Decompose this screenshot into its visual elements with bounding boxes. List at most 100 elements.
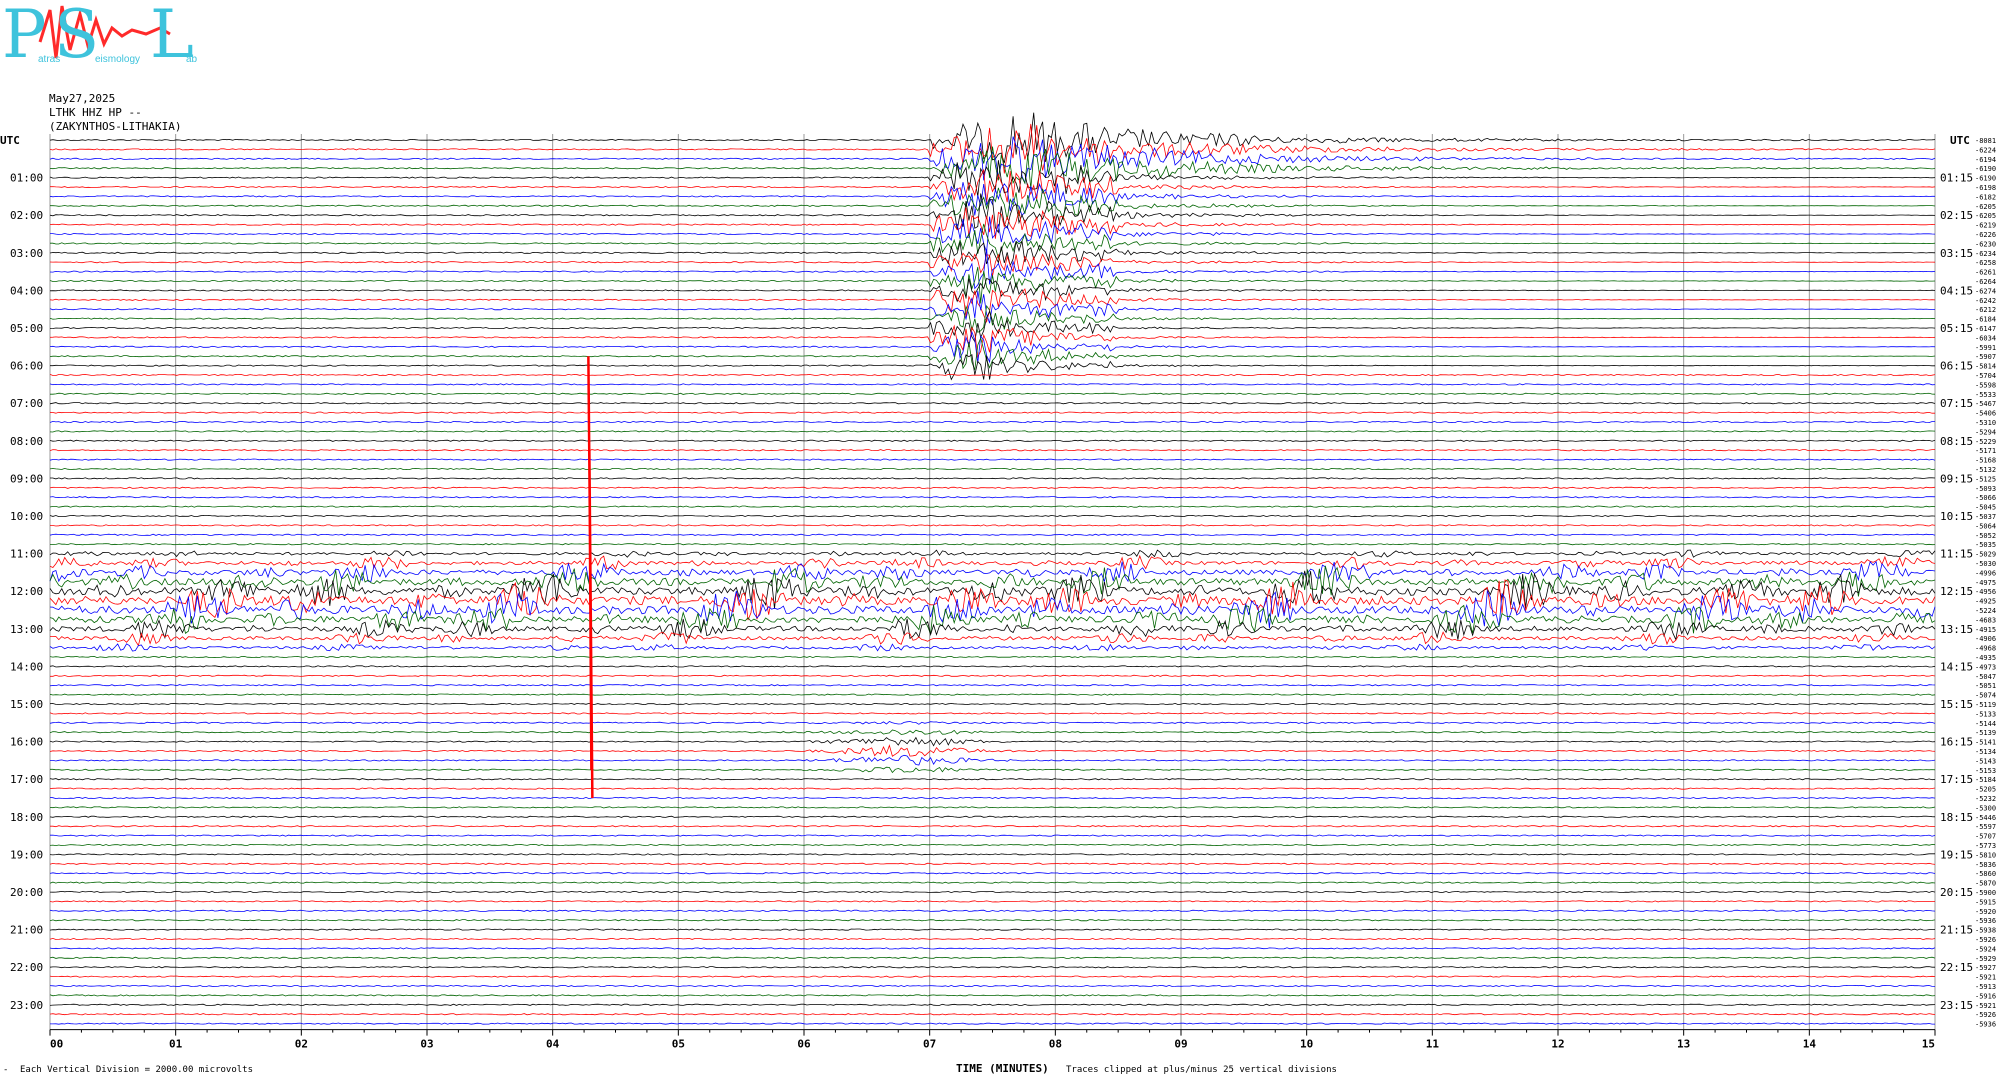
seismic-trace bbox=[50, 910, 1935, 911]
seismic-trace bbox=[50, 632, 1935, 645]
seismic-trace bbox=[50, 644, 1935, 651]
trace-offset-label: -6184 bbox=[1975, 316, 1996, 324]
trace-offset-label: -5921 bbox=[1975, 1002, 1996, 1010]
trace-offset-label: -6264 bbox=[1975, 278, 1996, 286]
x-tick-label: 12 bbox=[1551, 1038, 1564, 1051]
trace-offset-label: -5030 bbox=[1975, 560, 1996, 568]
right-hour-label: 03:15 bbox=[1940, 247, 1973, 260]
x-tick-label: 01 bbox=[169, 1038, 183, 1051]
trace-offset-label: -5406 bbox=[1975, 410, 1996, 418]
trace-offset-label: -4906 bbox=[1975, 635, 1996, 643]
x-tick-label: 07 bbox=[923, 1038, 936, 1051]
seismic-trace bbox=[50, 619, 1935, 640]
trace-offset-label: -5229 bbox=[1975, 438, 1996, 446]
trace-offset-label: -5045 bbox=[1975, 504, 1996, 512]
seismic-trace bbox=[50, 835, 1935, 836]
seismic-trace bbox=[50, 844, 1935, 845]
trace-offset-label: -5597 bbox=[1975, 823, 1996, 831]
trace-offset-label: -5467 bbox=[1975, 400, 1996, 408]
seismic-trace bbox=[50, 534, 1935, 535]
seismic-trace bbox=[50, 217, 1935, 252]
trace-offset-label: -5205 bbox=[1975, 786, 1996, 794]
trace-offset-label: -5907 bbox=[1975, 353, 1996, 361]
seismic-trace bbox=[50, 755, 1935, 765]
right-hour-label: 19:15 bbox=[1940, 848, 1973, 861]
left-hour-label: 03:00 bbox=[10, 247, 43, 260]
seismic-trace bbox=[50, 468, 1935, 469]
left-hour-label: 17:00 bbox=[10, 773, 43, 786]
seismic-trace bbox=[50, 797, 1935, 798]
trace-offset-label: -5310 bbox=[1975, 419, 1996, 427]
trace-offset-label: -5035 bbox=[1975, 541, 1996, 549]
left-hour-label: 19:00 bbox=[10, 848, 43, 861]
trace-offset-label: -5921 bbox=[1975, 974, 1996, 982]
right-hour-label: 02:15 bbox=[1940, 209, 1973, 222]
left-hour-label: 02:00 bbox=[10, 209, 43, 222]
seismic-trace bbox=[50, 459, 1935, 460]
right-hour-label: 16:15 bbox=[1940, 736, 1973, 749]
trace-offset-label: -5047 bbox=[1975, 673, 1996, 681]
trace-offset-label: -5119 bbox=[1975, 701, 1996, 709]
left-hour-label: 15:00 bbox=[10, 698, 43, 711]
trace-offset-label: -5598 bbox=[1975, 381, 1996, 389]
trace-offset-label: -4996 bbox=[1975, 569, 1996, 577]
seismic-trace bbox=[50, 863, 1935, 864]
seismic-trace bbox=[50, 745, 1935, 756]
trace-offset-label: -6198 bbox=[1975, 184, 1996, 192]
right-hour-label: 14:15 bbox=[1940, 660, 1973, 673]
trace-offset-label: -6205 bbox=[1975, 203, 1996, 211]
right-hour-label: 21:15 bbox=[1940, 924, 1973, 937]
trace-offset-label: -5093 bbox=[1975, 485, 1996, 493]
trace-offset-label: -5991 bbox=[1975, 344, 1996, 352]
seismic-trace bbox=[50, 666, 1935, 667]
helicorder-plot: 00 01 02 03 04 05 06 07 08 09 10 11 12 13 14 15-8081-62… bbox=[0, 0, 2010, 1080]
trace-offset-label: -4973 bbox=[1975, 663, 1996, 671]
seismic-trace bbox=[50, 920, 1935, 921]
trace-offset-label: -5446 bbox=[1975, 814, 1996, 822]
seismic-trace bbox=[50, 730, 1935, 735]
seismic-trace bbox=[50, 550, 1935, 557]
trace-offset-label: -6230 bbox=[1975, 240, 1996, 248]
trace-offset-label: -5064 bbox=[1975, 522, 1996, 530]
trace-offset-label: -6205 bbox=[1975, 212, 1996, 220]
trace-offset-label: -4975 bbox=[1975, 579, 1996, 587]
trace-offset-label: -5936 bbox=[1975, 1021, 1996, 1029]
trace-offset-label: -5704 bbox=[1975, 372, 1996, 380]
trace-offset-label: -6234 bbox=[1975, 250, 1996, 258]
seismic-trace bbox=[50, 767, 1935, 772]
seismic-trace bbox=[50, 1004, 1935, 1005]
trace-offset-label: -5051 bbox=[1975, 682, 1996, 690]
trace-offset-label: -6242 bbox=[1975, 297, 1996, 305]
trace-offset-label: -5144 bbox=[1975, 720, 1996, 728]
seismic-trace bbox=[50, 421, 1935, 422]
seismic-trace bbox=[50, 194, 1935, 233]
trace-offset-label: -5870 bbox=[1975, 880, 1996, 888]
left-hour-label: 23:00 bbox=[10, 999, 43, 1012]
seismic-trace bbox=[50, 571, 1935, 609]
x-axis-title: TIME (MINUTES) bbox=[956, 1062, 1049, 1075]
seismic-trace bbox=[50, 487, 1935, 488]
trace-offset-label: -5037 bbox=[1975, 513, 1996, 521]
left-hour-label: 13:00 bbox=[10, 623, 43, 636]
seismic-trace bbox=[50, 374, 1935, 375]
left-hour-label: 05:00 bbox=[10, 322, 43, 335]
seismic-trace bbox=[50, 403, 1935, 404]
x-tick-label: 11 bbox=[1426, 1038, 1440, 1051]
left-hour-label: 16:00 bbox=[10, 736, 43, 749]
trace-offset-label: -5927 bbox=[1975, 964, 1996, 972]
trace-offset-label: -4968 bbox=[1975, 645, 1996, 653]
seismic-trace bbox=[50, 816, 1935, 817]
x-tick-label: 09 bbox=[1174, 1038, 1187, 1051]
trace-offset-label: -5141 bbox=[1975, 739, 1996, 747]
trace-offset-label: -6194 bbox=[1975, 156, 1996, 164]
right-hour-label: 11:15 bbox=[1940, 548, 1973, 561]
seismic-trace bbox=[50, 995, 1935, 996]
trace-offset-label: -6261 bbox=[1975, 269, 1996, 277]
trace-offset-label: -6147 bbox=[1975, 325, 1996, 333]
x-tick-label: 15 bbox=[1922, 1038, 1935, 1051]
seismic-trace bbox=[50, 393, 1935, 394]
trace-offset-label: -5836 bbox=[1975, 861, 1996, 869]
left-hour-label: 06:00 bbox=[10, 360, 43, 373]
trace-offset-label: -5900 bbox=[1975, 889, 1996, 897]
trace-offset-label: -5860 bbox=[1975, 870, 1996, 878]
